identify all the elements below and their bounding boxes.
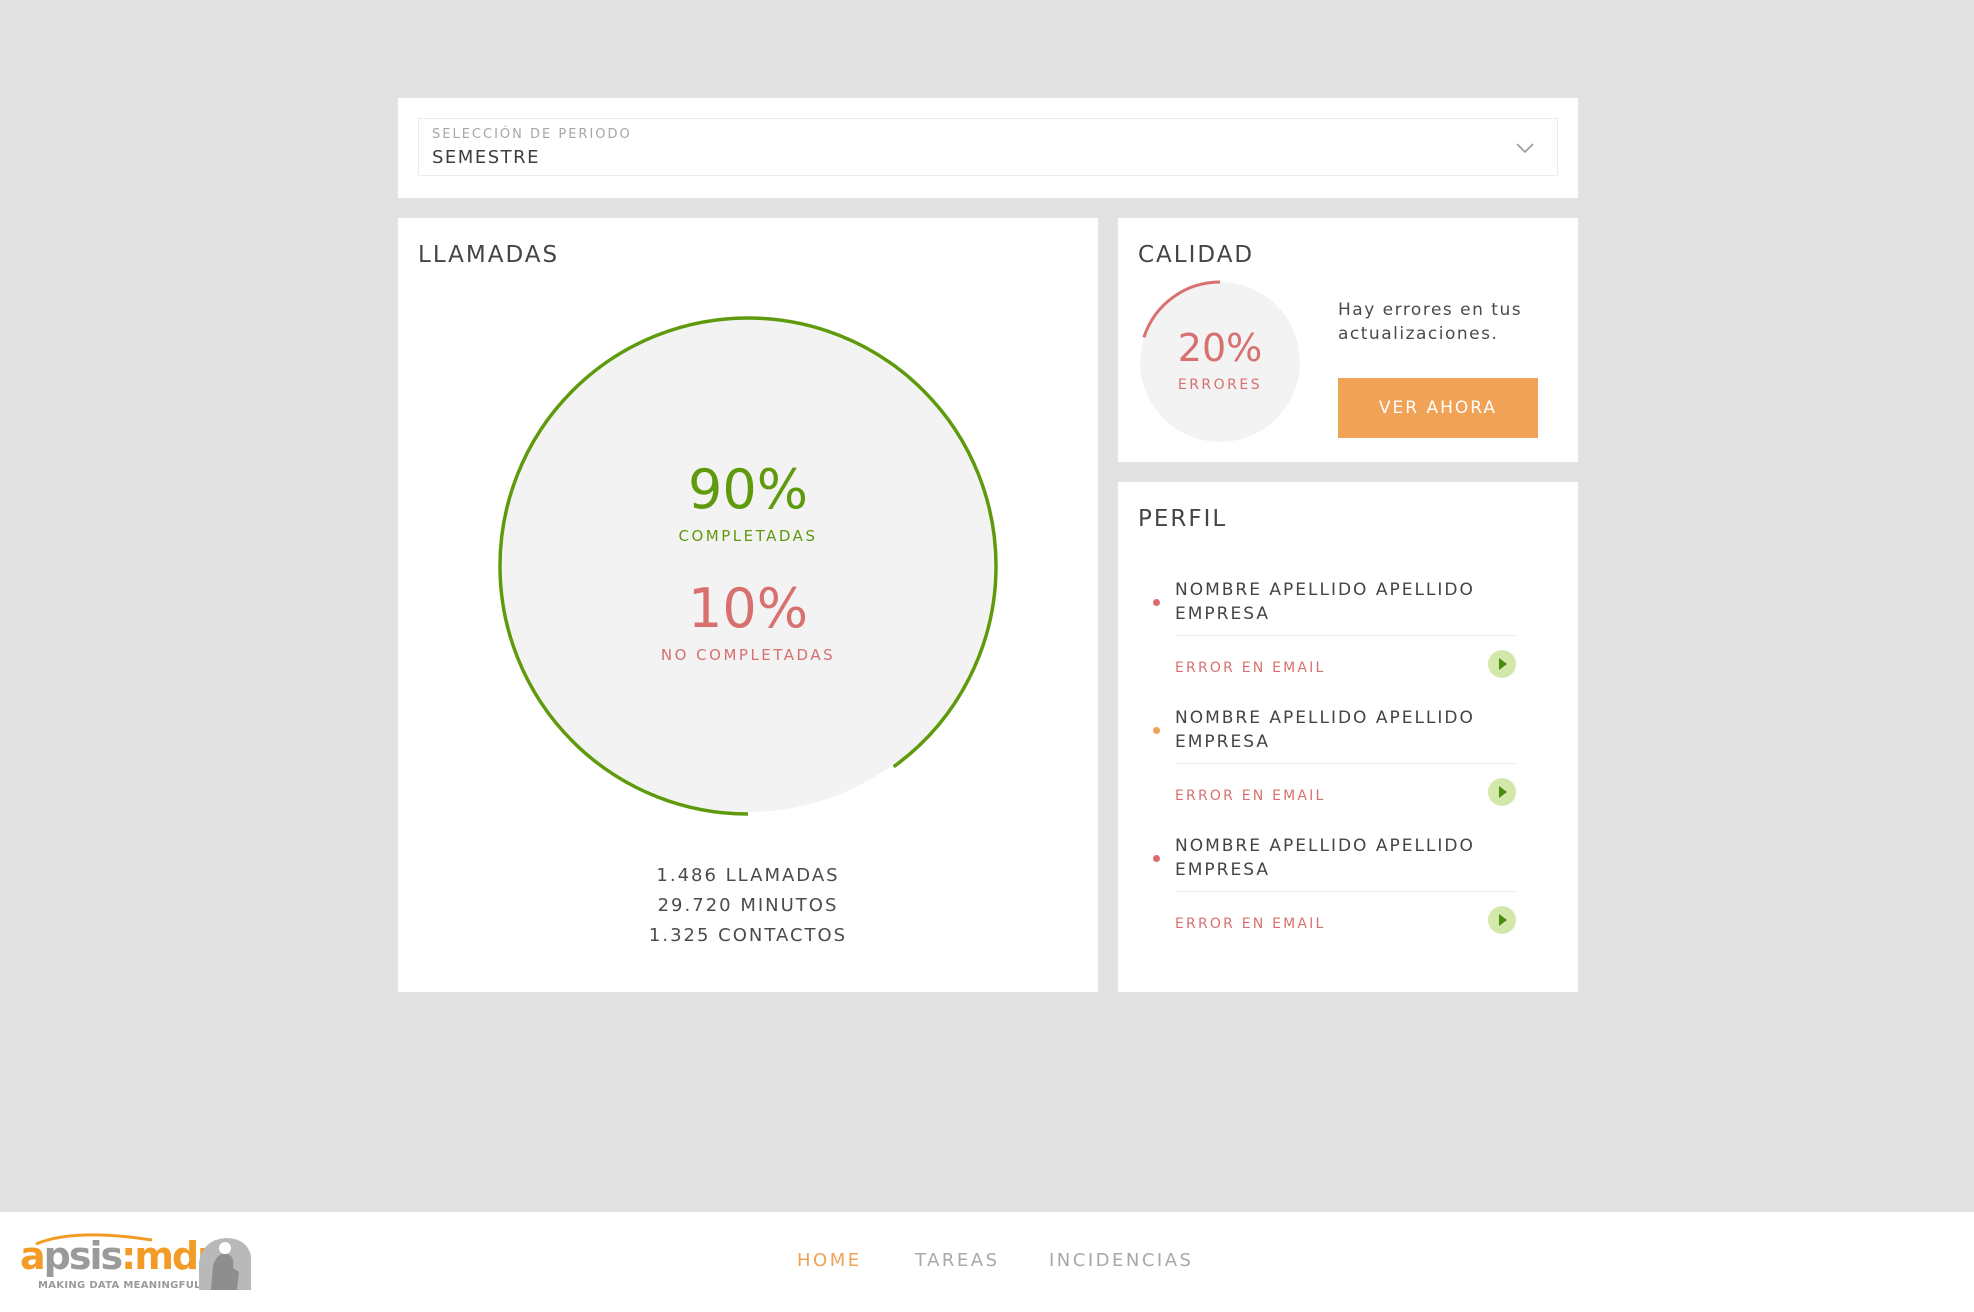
divider [1175, 891, 1516, 892]
logo-tagline: MAKING DATA MEANINGFUL [38, 1280, 201, 1291]
calls-title: LLAMADAS [418, 242, 560, 268]
divider [1175, 763, 1516, 764]
nav-incidencias[interactable]: INCIDENCIAS [1049, 1250, 1193, 1271]
calls-donut-fill [502, 320, 994, 812]
play-icon[interactable] [1488, 778, 1516, 806]
quality-message: Hay errores en tus actualizaciones. [1338, 300, 1523, 344]
quality-value: 20% [1177, 326, 1263, 370]
quality-card: CALIDAD 20% ERRORES Hay errores en tus a… [1118, 218, 1578, 462]
profile-error: ERROR EN EMAIL [1175, 660, 1326, 676]
status-dot [1153, 599, 1160, 606]
profile-card: PERFIL NOMBRE APELLIDO APELLIDO EMPRESA … [1118, 482, 1578, 992]
footer-nav: apsis:mdm MAKING DATA MEANINGFUL HOME TA… [0, 1212, 1974, 1312]
profile-error: ERROR EN EMAIL [1175, 916, 1326, 932]
play-icon[interactable] [1488, 906, 1516, 934]
not-completed-label: NO COMPLETADAS [660, 646, 836, 664]
completed-label: COMPLETADAS [678, 527, 818, 545]
status-dot [1153, 855, 1160, 862]
quality-label: ERRORES [1177, 377, 1263, 393]
calls-card: LLAMADAS 90% COMPLETADAS 10% NO COMPLETA… [398, 218, 1098, 992]
profile-name: NOMBRE APELLIDO APELLIDO EMPRESA [1175, 580, 1475, 624]
stat-calls: 1.486 LLAMADAS [656, 865, 840, 886]
period-panel: SELECCIÓN DE PERIODO SEMESTRE [398, 98, 1578, 198]
period-value: SEMESTRE [432, 147, 541, 168]
profile-name: NOMBRE APELLIDO APELLIDO EMPRESA [1175, 708, 1475, 752]
stat-contacts: 1.325 CONTACTOS [648, 925, 848, 946]
not-completed-value: 10% [687, 577, 809, 640]
period-label: SELECCIÓN DE PERIODO [432, 127, 632, 142]
apsis-logo: apsis:mdm MAKING DATA MEANINGFUL [20, 1230, 260, 1296]
period-select[interactable]: SELECCIÓN DE PERIODO SEMESTRE [418, 118, 1558, 176]
logo-figure-icon [199, 1238, 251, 1290]
play-icon[interactable] [1488, 650, 1516, 678]
profile-title: PERFIL [1138, 506, 1228, 532]
nav-tareas[interactable]: TAREAS [915, 1250, 1000, 1271]
divider [1175, 635, 1516, 636]
view-now-button[interactable]: VER AHORA [1338, 378, 1538, 438]
chevron-down-icon [1516, 143, 1534, 154]
nav-home[interactable]: HOME [797, 1250, 862, 1271]
calls-donut [498, 316, 998, 816]
profile-name: NOMBRE APELLIDO APELLIDO EMPRESA [1175, 836, 1475, 880]
status-dot [1153, 727, 1160, 734]
quality-title: CALIDAD [1138, 242, 1255, 268]
profile-error: ERROR EN EMAIL [1175, 788, 1326, 804]
completed-value: 90% [687, 458, 809, 521]
stat-minutes: 29.720 MINUTOS [657, 895, 839, 916]
